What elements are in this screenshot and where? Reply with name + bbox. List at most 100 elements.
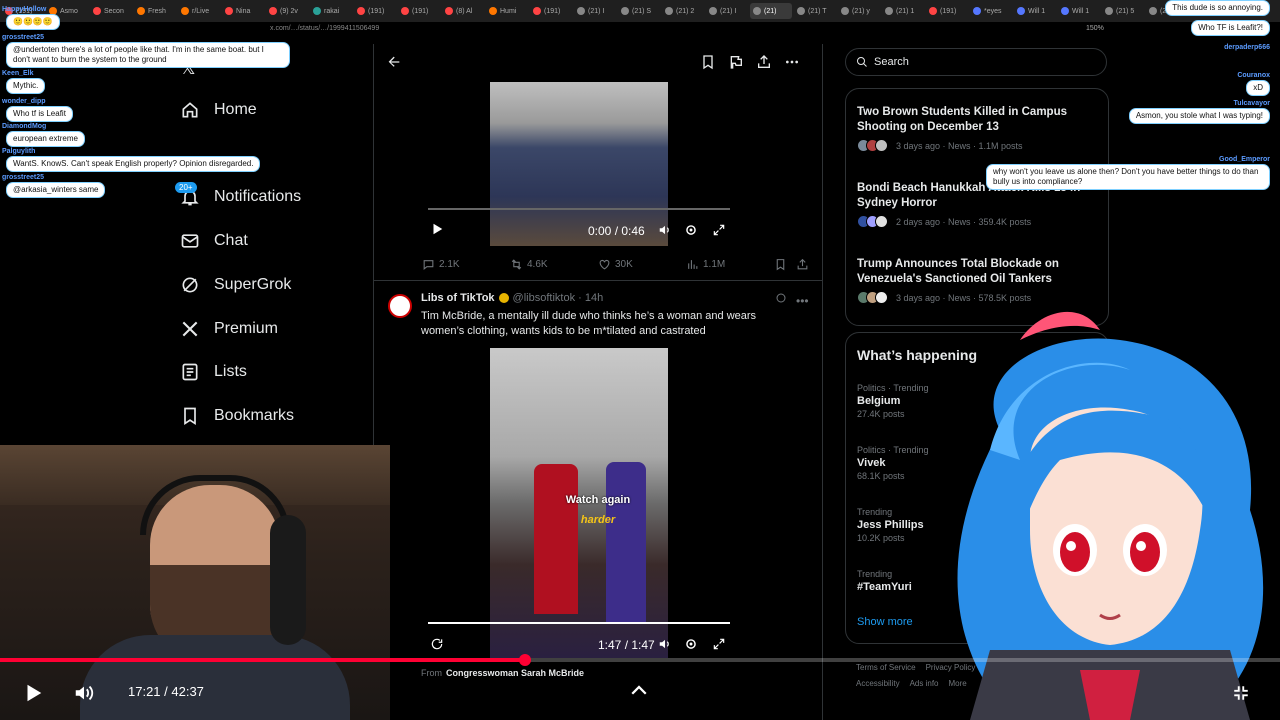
- trend-item[interactable]: Politics · Trending Vivek 68.1K posts: [857, 445, 929, 481]
- address-bar[interactable]: x.com/…/status/…/1999411506499: [270, 25, 1130, 37]
- volume-icon[interactable]: [658, 637, 672, 651]
- trend-item[interactable]: Politics · Trending Belgium 27.4K posts: [857, 383, 929, 419]
- news-item[interactable]: Two Brown Students Killed in Campus Shoo…: [857, 105, 1097, 152]
- chat-message: european extreme: [6, 131, 85, 147]
- reply-stat[interactable]: 2.1K: [422, 258, 460, 271]
- browser-tab[interactable]: (21) 5: [1102, 3, 1144, 19]
- exit-fullscreen-icon[interactable]: [1232, 684, 1250, 702]
- browser-tab[interactable]: (21) I: [574, 3, 616, 19]
- show-more-link[interactable]: Show more: [857, 616, 913, 628]
- nav-item-supergrok[interactable]: SuperGrok: [180, 275, 291, 295]
- tab-favicon-icon: [93, 7, 101, 15]
- replay-icon[interactable]: [430, 637, 444, 651]
- settings-icon[interactable]: [684, 637, 698, 651]
- browser-tab[interactable]: (21) y: [838, 3, 880, 19]
- browser-tab[interactable]: Fresh: [134, 3, 176, 19]
- share-icon[interactable]: [756, 54, 772, 70]
- post-more-icon[interactable]: •••: [796, 294, 809, 308]
- bookmark-small-icon[interactable]: [774, 258, 787, 271]
- views-stat[interactable]: 1.1M: [686, 258, 725, 271]
- trend-item[interactable]: Trending Jess Phillips 10.2K posts: [857, 507, 924, 543]
- tab-favicon-icon: [489, 7, 497, 15]
- like-count: 30K: [615, 259, 633, 270]
- browser-tab[interactable]: (21) S: [618, 3, 660, 19]
- video-progress[interactable]: [428, 622, 730, 624]
- search-input[interactable]: Search: [845, 48, 1107, 76]
- tab-favicon-icon: [401, 7, 409, 15]
- nav-item-home[interactable]: Home: [180, 100, 257, 120]
- browser-tab[interactable]: (21) 2: [662, 3, 704, 19]
- browser-tab[interactable]: (191): [530, 3, 572, 19]
- browser-tab[interactable]: (21) 1: [882, 3, 924, 19]
- volume-icon[interactable]: [658, 223, 672, 237]
- more-icon[interactable]: [784, 54, 800, 70]
- video-thumbnail[interactable]: [490, 82, 668, 246]
- divider: [374, 280, 822, 281]
- browser-tab[interactable]: (191): [354, 3, 396, 19]
- browser-tab[interactable]: rakai: [310, 3, 352, 19]
- tab-label: Nina: [236, 7, 251, 15]
- video-progress[interactable]: [428, 208, 730, 210]
- nav-item-lists[interactable]: Lists: [180, 362, 247, 382]
- browser-tab[interactable]: (9) 2v: [266, 3, 308, 19]
- trend-item[interactable]: Trending #TeamYuri: [857, 569, 912, 595]
- bookmark-icon[interactable]: [700, 54, 716, 70]
- chevron-up-icon[interactable]: [630, 683, 648, 697]
- tab-label: Will 1: [1028, 7, 1046, 15]
- footer-link[interactable]: Accessibility: [856, 679, 900, 688]
- browser-tab[interactable]: *eyes: [970, 3, 1012, 19]
- nav-item-chat[interactable]: Chat: [180, 231, 248, 251]
- browser-tab[interactable]: Humi: [486, 3, 528, 19]
- expand-icon[interactable]: [712, 637, 726, 651]
- mail-icon: [181, 234, 199, 248]
- browser-tab[interactable]: Nina: [222, 3, 264, 19]
- browser-tab[interactable]: (21) T: [794, 3, 836, 19]
- browser-tab-strip: (191) Asmo Secon Fresh r/Live Nina (9) 2v rakai…: [0, 0, 1280, 22]
- author-name[interactable]: Libs of TikTok: [421, 292, 495, 304]
- news-item[interactable]: Trump Announces Total Blockade on Venezu…: [857, 257, 1097, 304]
- chat-username: derpaderp666: [1224, 44, 1270, 51]
- nav-item-notifications[interactable]: Notifications: [180, 187, 301, 207]
- share-small-icon[interactable]: [796, 258, 809, 271]
- browser-tab[interactable]: (21) I: [706, 3, 748, 19]
- back-arrow-icon[interactable]: [386, 54, 402, 70]
- author-handle[interactable]: @libsoftiktok · 14h: [513, 292, 604, 304]
- news-title: Two Brown Students Killed in Campus Shoo…: [857, 106, 1067, 133]
- footer-link[interactable]: Terms of Service: [856, 663, 916, 672]
- chat-message: This dude is so annoying.: [1165, 0, 1270, 16]
- settings-icon[interactable]: [684, 223, 698, 237]
- volume-button[interactable]: [72, 682, 96, 704]
- tab-label: (21) I: [720, 7, 737, 15]
- browser-tab[interactable]: Secon: [90, 3, 132, 19]
- tab-favicon-icon: [137, 7, 145, 15]
- avatar[interactable]: [388, 294, 412, 318]
- player-scrub-handle[interactable]: [518, 654, 531, 666]
- nav-item-bookmarks[interactable]: Bookmarks: [180, 406, 294, 426]
- browser-tab[interactable]: Will 1: [1058, 3, 1100, 19]
- play-button[interactable]: [22, 682, 44, 704]
- browser-tab[interactable]: (8) Al: [442, 3, 484, 19]
- browser-tab[interactable]: (191): [398, 3, 440, 19]
- nav-item-premium[interactable]: Premium: [180, 319, 278, 339]
- repost-stat[interactable]: 4.6K: [510, 258, 548, 271]
- from-account-link[interactable]: Congresswoman Sarah McBride: [446, 668, 584, 678]
- like-stat[interactable]: 30K: [598, 258, 633, 271]
- tab-favicon-icon: [929, 7, 937, 15]
- bookmark-icon: [184, 407, 196, 426]
- expand-icon[interactable]: [712, 223, 726, 237]
- tab-favicon-icon: [621, 7, 629, 15]
- tab-favicon-icon: [313, 7, 321, 15]
- flag-icon[interactable]: [728, 54, 744, 70]
- browser-tab[interactable]: (21): [750, 3, 792, 19]
- tab-favicon-icon: [1105, 7, 1113, 15]
- browser-tab[interactable]: r/Live: [178, 3, 220, 19]
- search-placeholder: Search: [874, 56, 909, 68]
- grok-icon[interactable]: [775, 292, 787, 304]
- chat-message: Asmon, you stole what I was typing!: [1128, 108, 1270, 124]
- browser-tab[interactable]: Will 1: [1014, 3, 1056, 19]
- chat-message: Who tf is Leafit: [6, 106, 73, 122]
- zoom-level[interactable]: 150%: [1086, 25, 1104, 32]
- tab-favicon-icon: [357, 7, 365, 15]
- browser-tab[interactable]: (191): [926, 3, 968, 19]
- play-icon[interactable]: [430, 222, 444, 236]
